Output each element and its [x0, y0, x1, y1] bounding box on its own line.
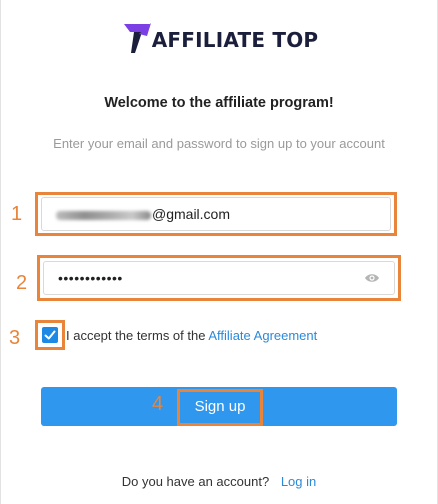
email-value: @gmail.com: [56, 206, 230, 222]
password-value: ••••••••••••: [58, 270, 123, 286]
checkmark-icon: [44, 330, 56, 340]
eye-icon[interactable]: [364, 272, 380, 284]
step-number-2: 2: [16, 272, 28, 294]
signup-button-label[interactable]: Sign up: [177, 398, 263, 415]
frame-border-left: [0, 0, 1, 504]
login-prompt: Do you have an account? Log in: [0, 474, 438, 489]
brand-logo: AFFILIATE TOP: [0, 18, 438, 58]
terms-prefix: I accept the terms of the: [66, 328, 206, 343]
login-link[interactable]: Log in: [281, 474, 316, 489]
step-number-3: 3: [9, 327, 21, 349]
email-obscured-part: [56, 210, 151, 220]
terms-checkbox[interactable]: [42, 327, 58, 343]
step-number-4: 4: [152, 393, 164, 415]
page-title: Welcome to the affiliate program!: [104, 95, 334, 111]
page-subtitle: Enter your email and password to sign up…: [53, 136, 385, 151]
password-field[interactable]: ••••••••••••: [43, 261, 395, 295]
terms-text: I accept the terms of the Affiliate Agre…: [66, 328, 317, 343]
affiliate-agreement-link[interactable]: Affiliate Agreement: [208, 328, 317, 343]
brand-name: AFFILIATE TOP: [151, 28, 319, 52]
email-field[interactable]: @gmail.com: [41, 197, 391, 231]
step-number-1: 1: [11, 203, 23, 225]
logo-mark-icon: [123, 23, 151, 53]
login-prompt-text: Do you have an account?: [121, 474, 270, 489]
